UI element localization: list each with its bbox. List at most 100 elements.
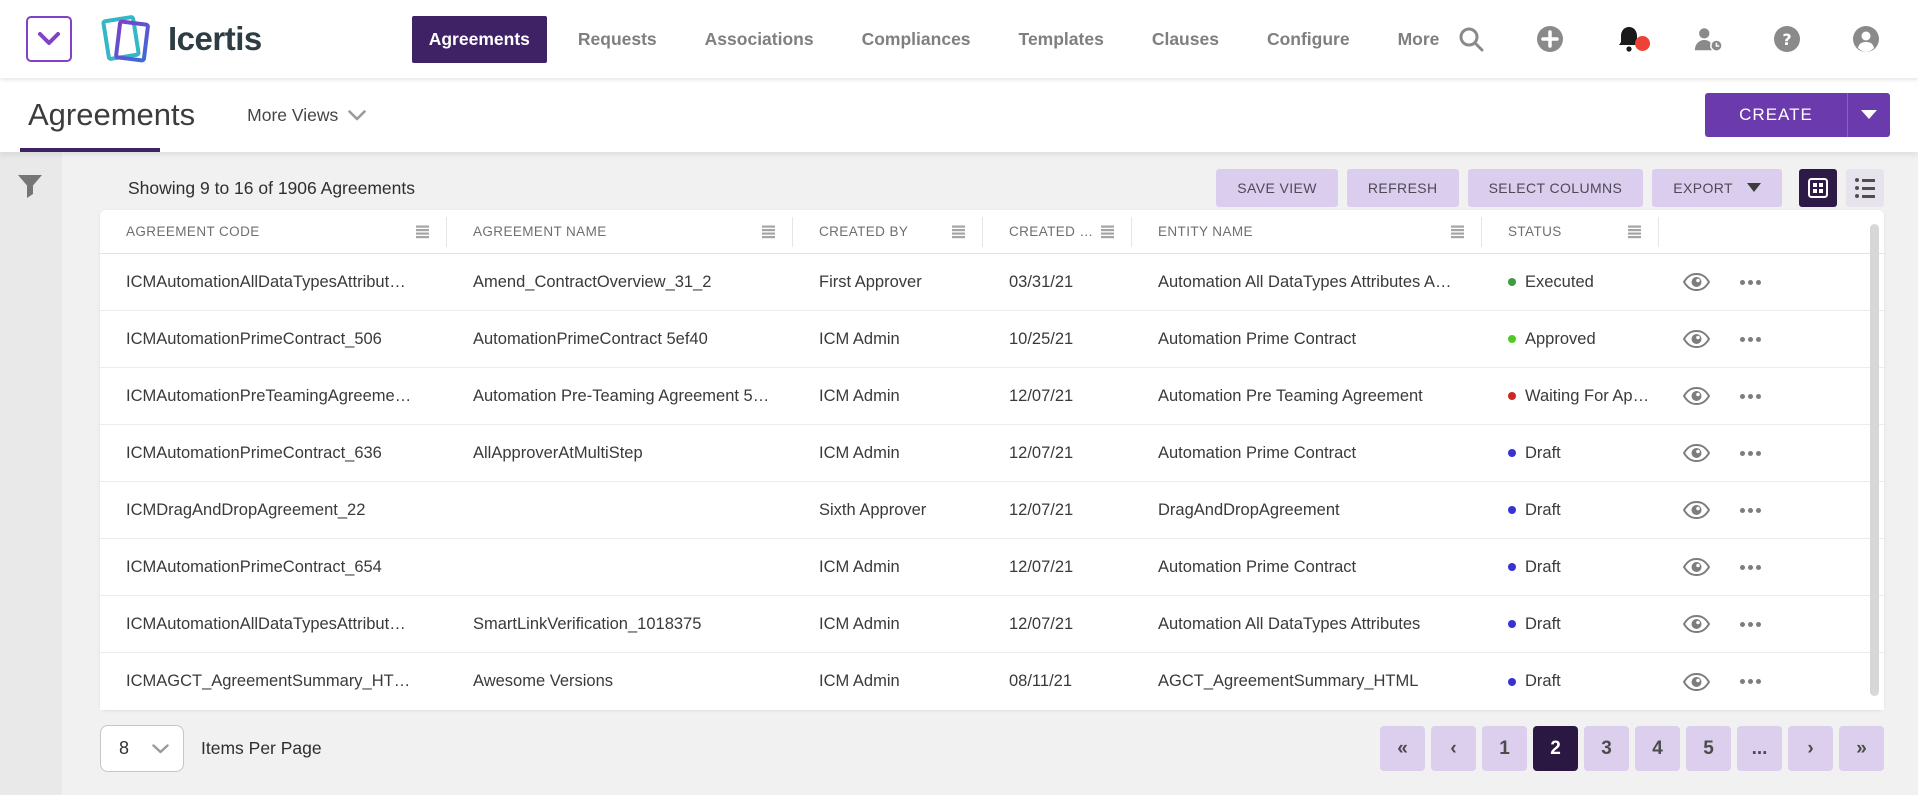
cell-actions — [1659, 387, 1884, 405]
nav-item[interactable]: Requests — [561, 16, 674, 63]
view-agreement-icon[interactable] — [1683, 330, 1710, 348]
items-per-page-select[interactable]: 8 — [100, 725, 184, 772]
row-menu-icon[interactable] — [1740, 508, 1761, 513]
page-button[interactable]: ... — [1737, 726, 1782, 771]
delegate-user-icon[interactable] — [1693, 24, 1723, 54]
column-header[interactable]: AGREEMENT CODE — [100, 217, 447, 247]
status-dot — [1508, 335, 1516, 343]
create-button[interactable]: CREATE — [1705, 93, 1847, 137]
items-per-page: 8 Items Per Page — [100, 725, 322, 772]
table-row[interactable]: ICMAGCT_AgreementSummary_HT… Awesome Ver… — [100, 653, 1884, 710]
top-navbar: Icertis Agreements Requests Associations… — [0, 0, 1918, 78]
search-icon[interactable] — [1456, 24, 1486, 54]
column-header[interactable]: AGREEMENT NAME — [447, 217, 793, 247]
agreements-table: AGREEMENT CODE AGREEMENT NAME — [100, 210, 1884, 710]
more-views-dropdown[interactable]: More Views — [247, 105, 366, 126]
cell-status: Draft — [1482, 615, 1659, 634]
view-agreement-icon[interactable] — [1683, 387, 1710, 405]
grid-view-toggle[interactable] — [1799, 169, 1837, 207]
table-header-row: AGREEMENT CODE AGREEMENT NAME — [100, 210, 1884, 254]
nav-item[interactable]: Templates — [1002, 16, 1121, 63]
row-menu-icon[interactable] — [1740, 394, 1761, 399]
row-menu-icon[interactable] — [1740, 622, 1761, 627]
table-scrollbar[interactable] — [1870, 224, 1879, 696]
cell-created-by: First Approver — [793, 273, 983, 292]
cell-created-on: 12/07/21 — [983, 444, 1132, 463]
column-header[interactable]: ENTITY NAME — [1132, 217, 1482, 247]
cell-entity-name: AGCT_AgreementSummary_HTML — [1132, 672, 1482, 691]
page-button[interactable]: 5 — [1686, 726, 1731, 771]
cell-entity-name: DragAndDropAgreement — [1132, 501, 1482, 520]
page-button[interactable]: ‹ — [1431, 726, 1476, 771]
notification-badge — [1635, 36, 1650, 51]
page-button[interactable]: 1 — [1482, 726, 1527, 771]
view-agreement-icon[interactable] — [1683, 558, 1710, 576]
view-agreement-icon[interactable] — [1683, 444, 1710, 462]
status-dot — [1508, 506, 1516, 514]
column-label: AGREEMENT CODE — [126, 224, 260, 239]
column-header[interactable]: CREATED BY — [793, 217, 983, 247]
view-agreement-icon[interactable] — [1683, 615, 1710, 633]
nav-item[interactable]: More — [1381, 16, 1457, 63]
view-agreement-icon[interactable] — [1683, 673, 1710, 691]
nav-item[interactable]: Configure — [1250, 16, 1367, 63]
more-views-label: More Views — [247, 105, 338, 126]
view-agreement-icon[interactable] — [1683, 501, 1710, 519]
column-menu-icon[interactable] — [415, 225, 430, 239]
filter-icon[interactable] — [15, 172, 45, 203]
cell-agreement-name: Automation Pre-Teaming Agreement 5… — [447, 387, 793, 406]
nav-item[interactable]: Associations — [688, 16, 831, 63]
add-icon[interactable] — [1535, 24, 1565, 54]
table-row[interactable]: ICMAutomationPreTeamingAgreeme… Automati… — [100, 368, 1884, 425]
row-menu-icon[interactable] — [1740, 565, 1761, 570]
page-button[interactable]: 3 — [1584, 726, 1629, 771]
table-row[interactable]: ICMDragAndDropAgreement_22 Sixth Approve… — [100, 482, 1884, 539]
export-button[interactable]: EXPORT — [1652, 169, 1782, 207]
items-per-page-label: Items Per Page — [201, 738, 322, 759]
row-menu-icon[interactable] — [1740, 280, 1761, 285]
page-button[interactable]: 2 — [1533, 726, 1578, 771]
view-agreement-icon[interactable] — [1683, 273, 1710, 291]
row-menu-icon[interactable] — [1740, 451, 1761, 456]
main-panel: Showing 9 to 16 of 1906 Agreements SAVE … — [100, 152, 1884, 772]
cell-actions — [1659, 501, 1884, 519]
nav-item[interactable]: Agreements — [412, 16, 547, 63]
column-header[interactable]: CREATED … — [983, 217, 1132, 247]
select-columns-button[interactable]: SELECT COLUMNS — [1468, 169, 1644, 207]
table-row[interactable]: ICMAutomationPrimeContract_654 ICM Admin… — [100, 539, 1884, 596]
page-button[interactable]: 4 — [1635, 726, 1680, 771]
help-icon[interactable]: ? — [1772, 24, 1802, 54]
status-dot — [1508, 620, 1516, 628]
notifications-bell-icon[interactable] — [1614, 24, 1644, 54]
column-menu-icon[interactable] — [761, 225, 776, 239]
create-dropdown-button[interactable] — [1847, 93, 1890, 137]
row-menu-icon[interactable] — [1740, 337, 1761, 342]
table-row[interactable]: ICMAutomationPrimeContract_636 AllApprov… — [100, 425, 1884, 482]
page-button[interactable]: » — [1839, 726, 1884, 771]
nav-item[interactable]: Compliances — [845, 16, 988, 63]
table-row[interactable]: ICMAutomationAllDataTypesAttribut… Smart… — [100, 596, 1884, 653]
cell-created-by: ICM Admin — [793, 672, 983, 691]
status-label: Draft — [1525, 672, 1561, 691]
profile-icon[interactable] — [1851, 24, 1881, 54]
table-row[interactable]: ICMAutomationPrimeContract_506 Automatio… — [100, 311, 1884, 368]
status-label: Waiting For Ap… — [1525, 387, 1649, 406]
list-view-toggle[interactable] — [1846, 169, 1884, 207]
page-button[interactable]: « — [1380, 726, 1425, 771]
cell-created-by: ICM Admin — [793, 615, 983, 634]
column-menu-icon[interactable] — [1450, 225, 1465, 239]
column-menu-icon[interactable] — [951, 225, 966, 239]
collapse-nav-button[interactable] — [26, 16, 72, 62]
cell-agreement-name: SmartLinkVerification_1018375 — [447, 615, 793, 634]
column-header[interactable]: STATUS — [1482, 217, 1659, 247]
cell-agreement-name: Amend_ContractOverview_31_2 — [447, 273, 793, 292]
refresh-button[interactable]: REFRESH — [1347, 169, 1459, 207]
column-menu-icon[interactable] — [1100, 225, 1115, 239]
row-menu-icon[interactable] — [1740, 679, 1761, 684]
save-view-button[interactable]: SAVE VIEW — [1216, 169, 1338, 207]
column-menu-icon[interactable] — [1627, 225, 1642, 239]
table-row[interactable]: ICMAutomationAllDataTypesAttribut… Amend… — [100, 254, 1884, 311]
nav-item[interactable]: Clauses — [1135, 16, 1236, 63]
pagination-bar: 8 Items Per Page « ‹ 1 2 3 — [100, 725, 1884, 772]
page-button[interactable]: › — [1788, 726, 1833, 771]
